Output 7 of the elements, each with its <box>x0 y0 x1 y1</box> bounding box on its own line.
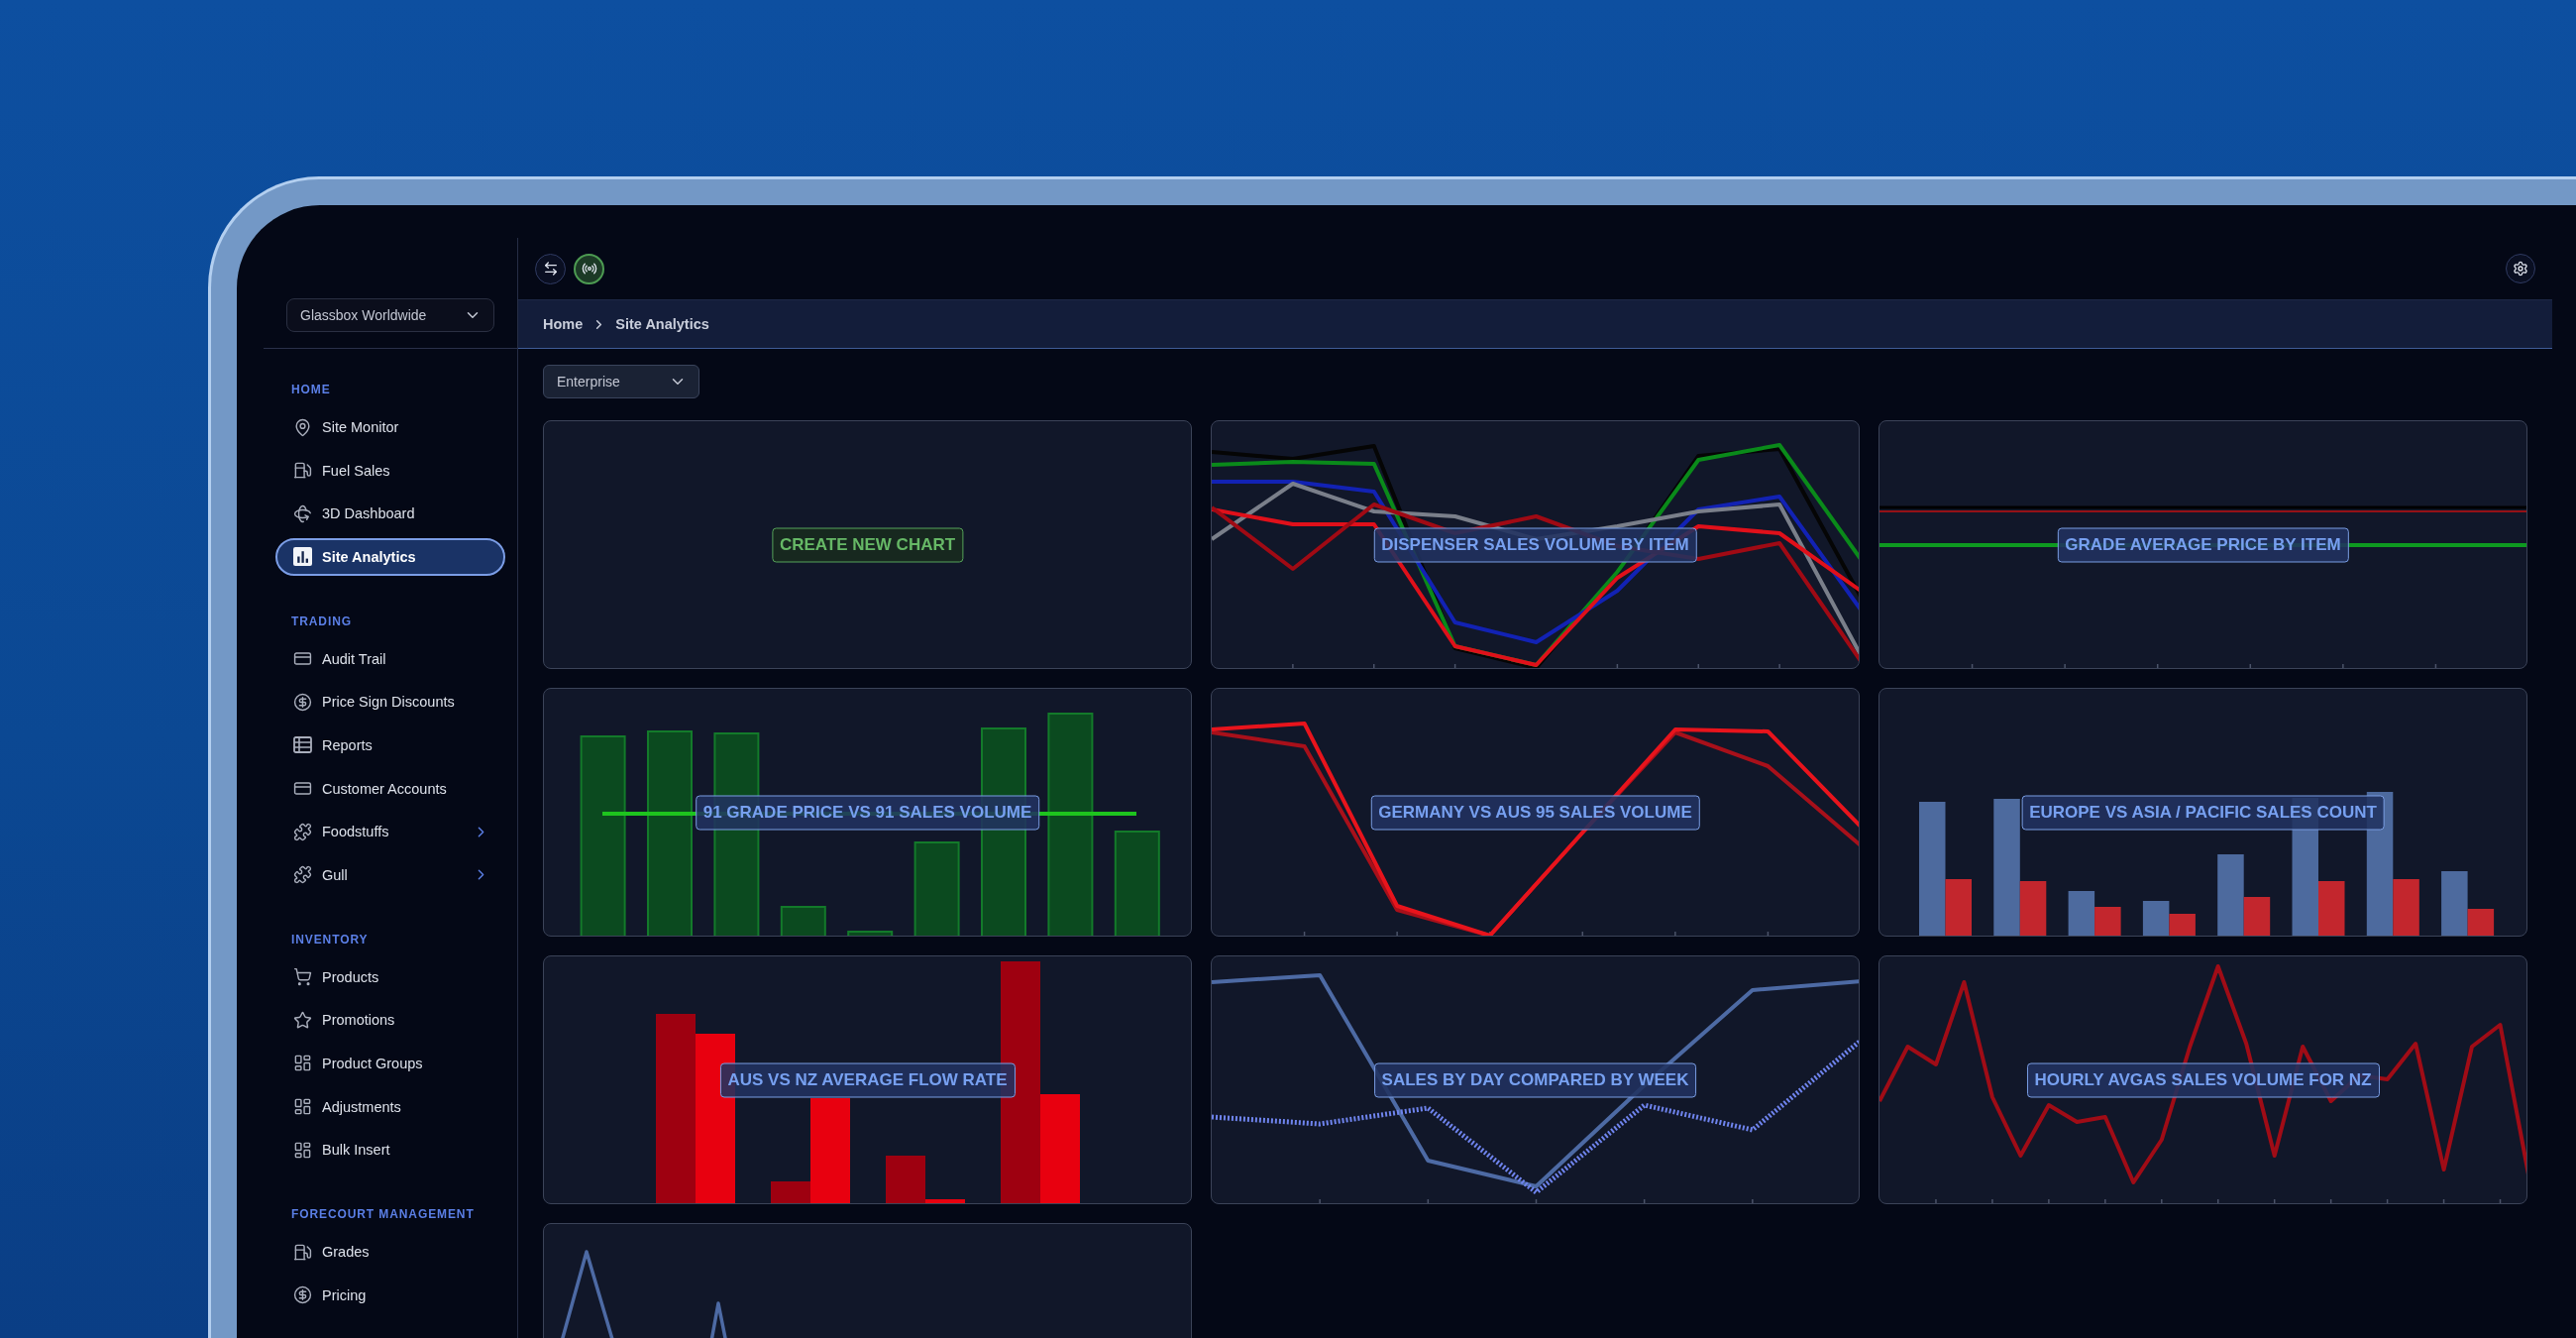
section-heading: HOME <box>291 382 331 397</box>
section-heading: FORECOURT MANAGEMENT <box>291 1206 475 1223</box>
chart-title: HOURLY AVGAS SALES VOLUME FOR NZ <box>2026 1062 2380 1097</box>
breadcrumb-current: Site Analytics <box>615 316 709 332</box>
section-heading: TRADING <box>291 613 352 629</box>
chart-title: GRADE AVERAGE PRICE BY ITEM <box>2057 527 2349 562</box>
section-heading: INVENTORY <box>291 931 369 948</box>
